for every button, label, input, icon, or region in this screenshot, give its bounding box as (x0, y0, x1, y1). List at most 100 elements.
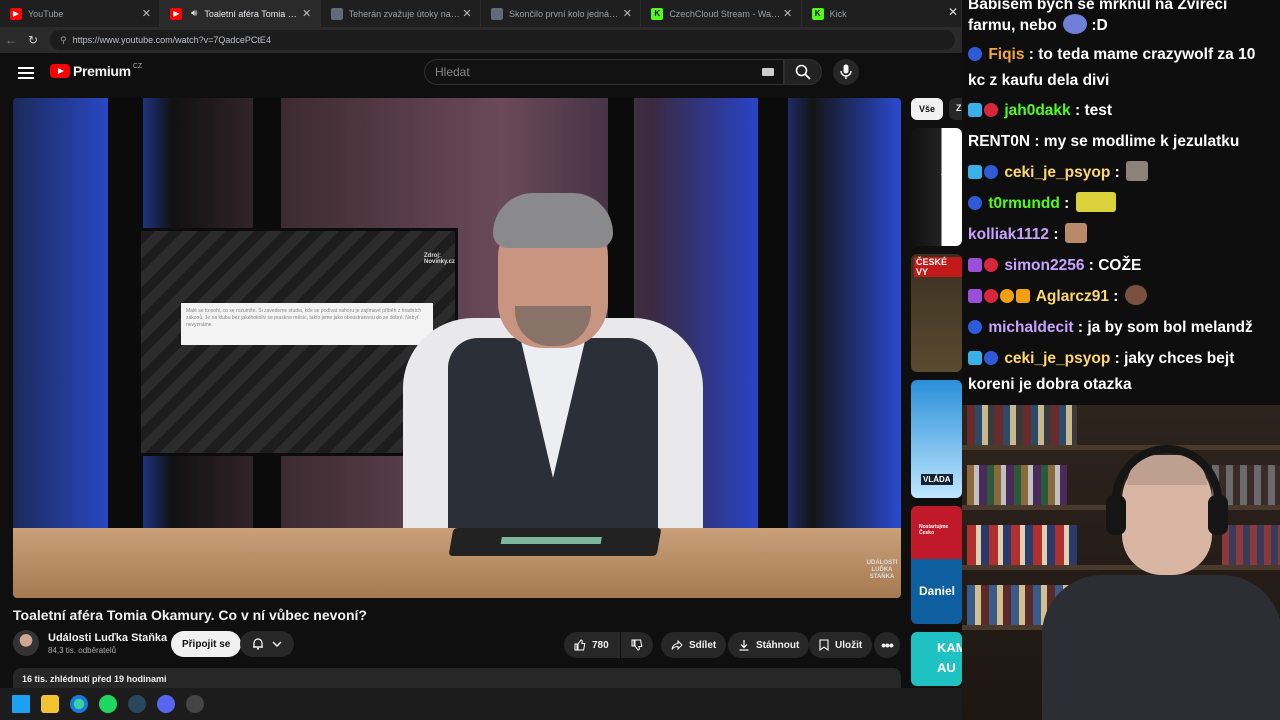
url-text: https://www.youtube.com/watch?v=7QadcePC… (72, 35, 271, 45)
channel-info[interactable]: Události Luďka Staňka 84,3 tis. odběrate… (13, 630, 167, 656)
keyboard-icon[interactable] (762, 68, 774, 76)
recommended-video-thumbnail[interactable]: Nostartujme Česko Daniel (911, 506, 962, 624)
voice-search-button[interactable] (833, 59, 859, 85)
recommended-video-thumbnail[interactable]: KAM AU (911, 632, 962, 686)
close-icon[interactable]: ✕ (300, 7, 314, 20)
recommended-video-thumbnail[interactable]: ČESKÉ VY (911, 254, 962, 372)
sub-badge-icon (984, 351, 998, 365)
recommended-video-thumbnail[interactable]: VLÁDA (911, 380, 962, 498)
chip-all[interactable]: Vše (911, 98, 943, 120)
chat-message: simon2256 : COŽE (968, 253, 1141, 279)
menu-icon[interactable] (18, 65, 34, 79)
windows-start-icon[interactable] (12, 695, 30, 713)
emote-icon (1124, 285, 1147, 305)
save-button[interactable]: Uložit (809, 632, 873, 658)
more-actions-button[interactable]: ••• (874, 632, 900, 658)
tab-kick[interactable]: K Kick (802, 0, 962, 27)
chat-username[interactable]: Aglarcz91 (1036, 288, 1109, 305)
sub-badge-icon (984, 258, 998, 272)
thumbnail-subtext: Nostartujme Česko (919, 524, 949, 536)
tab-bar: ▶ YouTube ✕ ▶ 🔊︎ Toaletní aféra Tomia Ok… (0, 0, 962, 27)
download-label: Stáhnout (756, 639, 800, 651)
chat-username[interactable]: ceki_je_psyop (1004, 164, 1110, 181)
close-icon[interactable]: ✕ (139, 7, 153, 20)
save-label: Uložit (835, 639, 863, 651)
chat-message: ceki_je_psyop : (968, 160, 1149, 186)
chip-z[interactable]: Z (949, 98, 962, 120)
share-label: Sdílet (689, 639, 717, 651)
file-explorer-icon[interactable] (41, 695, 59, 713)
close-icon[interactable]: ✕ (460, 7, 474, 20)
chat-text: : (1110, 164, 1120, 181)
tab-czechcloud[interactable]: K CzechCloud Stream - Watch Live o ✕ (641, 0, 802, 27)
youtube-logo[interactable]: Premium CZ (50, 63, 142, 79)
site-info-icon[interactable]: ⚲ (60, 35, 67, 46)
video-player[interactable]: Zdroj: Novinky.cz Malé se to pohl, co se… (13, 98, 901, 598)
reload-icon[interactable]: ↻ (22, 33, 44, 47)
spotify-icon[interactable] (99, 695, 117, 713)
app-icon[interactable] (186, 695, 204, 713)
tier-badge-icon (1000, 289, 1014, 303)
channel-name[interactable]: Události Luďka Staňka (48, 632, 167, 644)
join-button[interactable]: Připojit se (171, 631, 242, 657)
tab-video[interactable]: ▶ 🔊︎ Toaletní aféra Tomia Okamury ✕ (160, 0, 321, 27)
bookmark-icon (819, 639, 829, 651)
chat-message: ceki_je_psyop : jaky chces bejt (968, 346, 1234, 372)
url-field[interactable]: ⚲ https://www.youtube.com/watch?v=7Qadce… (50, 30, 955, 50)
window-close-icon[interactable]: ✕ (948, 5, 958, 19)
emote-icon (1075, 192, 1116, 212)
verified-badge-icon (968, 103, 982, 117)
search-button[interactable] (784, 59, 822, 85)
tab-news-2[interactable]: Skončilo první kolo jednání minist ✕ (481, 0, 642, 27)
chat-username[interactable]: michaldecit (988, 319, 1073, 336)
chat-message: farmu, nebo :D (968, 13, 1108, 39)
chat-message: Fiqis : to teda mame crazywolf za 10 (968, 42, 1255, 68)
youtube-icon (50, 64, 70, 78)
chat-username[interactable]: Fiqis (988, 46, 1024, 63)
discord-icon[interactable] (157, 695, 175, 713)
chat-username[interactable]: kolliak1112 (968, 226, 1049, 243)
sub-badge-icon (984, 289, 998, 303)
emote-icon (1126, 161, 1149, 181)
description-box[interactable]: 16 tis. zhlédnutí před 19 hodinami (13, 668, 901, 688)
close-icon[interactable]: ✕ (620, 7, 634, 20)
close-icon[interactable]: ✕ (781, 7, 795, 20)
thumbnail-text: VLÁDA (921, 474, 953, 485)
tab-youtube[interactable]: ▶ YouTube ✕ (0, 0, 161, 27)
streamer-webcam (962, 405, 1280, 720)
thumbs-down-icon (631, 639, 643, 651)
like-button[interactable]: 780 (564, 632, 620, 658)
recommended-video-thumbnail[interactable]: ŽI S FO (911, 128, 962, 246)
dislike-button[interactable] (621, 632, 653, 658)
sub-badge-icon (984, 103, 998, 117)
steam-icon[interactable] (128, 695, 146, 713)
browser-window: ▶ YouTube ✕ ▶ 🔊︎ Toaletní aféra Tomia Ok… (0, 0, 962, 688)
chat-username[interactable]: simon2256 (1004, 257, 1084, 274)
chat-username[interactable]: RENT0N (968, 133, 1030, 150)
chat-username[interactable]: ceki_je_psyop (1004, 350, 1110, 367)
notifications-button[interactable] (240, 631, 294, 657)
channel-watermark: UDÁLOSTI LUĎKA STAŇKA (866, 560, 898, 580)
taskbar (0, 688, 962, 720)
emote-icon (1063, 14, 1088, 34)
tab-news-1[interactable]: Teherán zvažuje útoky na vojenské ✕ (321, 0, 481, 27)
chat-username[interactable]: t0rmundd (988, 195, 1059, 212)
search-icon (795, 64, 811, 80)
more-icon: ••• (881, 637, 894, 653)
search-placeholder: Hledat (435, 65, 470, 79)
sub-badge-icon (968, 196, 982, 210)
views-and-date: 16 tis. zhlédnutí před 19 hodinami (22, 674, 167, 684)
download-button[interactable]: Stáhnout (728, 632, 810, 658)
chat-message: michaldecit : ja by som bol melandž (968, 315, 1253, 341)
chat-username[interactable]: jah0dakk (1004, 102, 1070, 119)
back-icon[interactable]: ← (0, 33, 22, 47)
share-button[interactable]: Sdílet (661, 632, 727, 658)
youtube-icon: ▶ (170, 7, 183, 20)
channel-avatar[interactable] (13, 630, 39, 656)
chat-text: : test (1070, 102, 1113, 119)
speaker-icon[interactable]: 🔊︎ (188, 8, 200, 20)
search-input[interactable]: Hledat (424, 59, 784, 85)
edge-browser-icon[interactable] (70, 695, 88, 713)
thumbnail-text: Daniel (919, 584, 956, 598)
presenter (343, 188, 763, 548)
